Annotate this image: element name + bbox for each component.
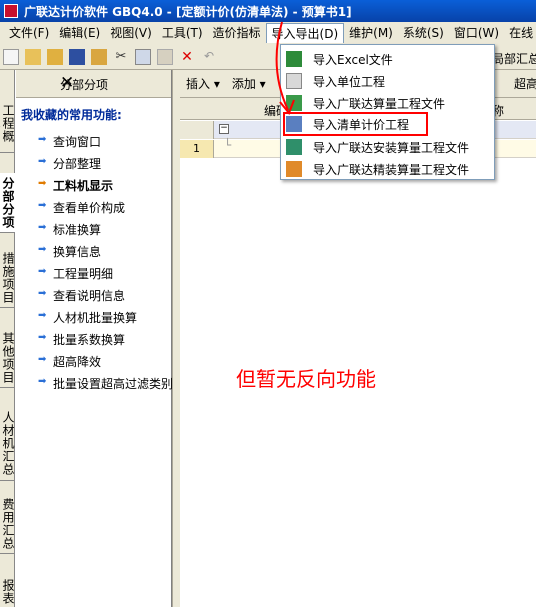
menu-edit[interactable]: 编辑(E) xyxy=(54,23,105,43)
arrow-right-icon: ➡ xyxy=(38,156,47,167)
excel-icon xyxy=(286,51,302,67)
tab-fee-summary[interactable]: 费用汇总 xyxy=(0,494,15,554)
menu-maintenance[interactable]: 维护(M) xyxy=(344,23,398,43)
tab-measure-items[interactable]: 措施项目 xyxy=(0,248,15,308)
list-item[interactable]: ➡ 分部整理 xyxy=(16,155,171,177)
panel-splitter[interactable] xyxy=(172,70,180,607)
row-number xyxy=(180,121,214,139)
list-item[interactable]: ➡ 批量系数换算 xyxy=(16,331,171,353)
bill-pricing-icon xyxy=(286,116,302,132)
insert-button[interactable]: 插入 ▾ xyxy=(180,75,226,92)
favorites-title: 我收藏的常用功能: xyxy=(21,108,122,122)
new-project-icon[interactable] xyxy=(25,48,41,65)
menu-cost-index[interactable]: 造价指标 xyxy=(208,23,266,43)
list-item[interactable]: ➡ 工程量明细 xyxy=(16,265,171,287)
menu-item-import-gld-decor[interactable]: 导入广联达精装算量工程文件 xyxy=(281,158,494,180)
close-icon[interactable]: ✕ xyxy=(60,73,161,93)
window-title: 广联达计价软件 GBQ4.0 - [定额计价(仿清单法) - 预算书1] xyxy=(24,4,352,19)
menu-item-import-gld-install[interactable]: 导入广联达安装算量工程文件 xyxy=(281,136,494,158)
arrow-right-icon: ➡ xyxy=(38,310,47,321)
arrow-right-icon: ➡ xyxy=(38,332,47,343)
tab-reports[interactable]: 报表 xyxy=(0,575,15,607)
tab-project-overview[interactable]: 工程概况 xyxy=(0,95,15,153)
cut-icon[interactable]: ✂ xyxy=(113,49,129,65)
list-item[interactable]: ➡ 批量设置超高过滤类别 xyxy=(16,375,173,397)
list-item[interactable]: ➡ 工料机显示 xyxy=(16,177,171,199)
tab-other-items[interactable]: 其他项目 xyxy=(0,328,15,388)
menu-file[interactable]: 文件(F) xyxy=(4,23,54,43)
list-item[interactable]: ➡ 查询窗口 xyxy=(16,133,171,155)
arrow-right-icon: ➡ xyxy=(38,200,47,211)
collapse-icon[interactable]: − xyxy=(219,124,229,134)
menu-item-import-bill-pricing[interactable]: 导入清单计价工程 xyxy=(283,112,428,136)
arrow-right-icon: ➡ xyxy=(38,376,47,387)
menu-item-import-unit-project[interactable]: 导入单位工程 xyxy=(281,70,494,92)
list-item[interactable]: ➡ 人材机批量换算 xyxy=(16,309,171,331)
menu-online[interactable]: 在线 xyxy=(504,23,536,43)
paste-icon[interactable] xyxy=(157,48,173,65)
arrow-right-icon: ➡ xyxy=(38,354,47,365)
arrow-right-icon: ➡ xyxy=(38,222,47,233)
tab-labor-material-summary[interactable]: 人材机汇总 xyxy=(0,407,15,481)
local-summary-button[interactable]: 局部汇总 xyxy=(492,50,536,67)
save-all-icon[interactable] xyxy=(91,48,107,65)
arrow-right-icon: ➡ xyxy=(38,288,47,299)
menu-import-export[interactable]: 导入导出(D) xyxy=(265,23,345,43)
menu-view[interactable]: 视图(V) xyxy=(105,23,157,43)
copy-icon[interactable] xyxy=(135,48,151,65)
arrow-right-icon: ➡ xyxy=(38,266,47,277)
save-icon[interactable] xyxy=(69,48,85,65)
menu-item-import-excel[interactable]: 导入Excel文件 xyxy=(281,48,494,70)
import-export-menu: 导入Excel文件 导入单位工程 导入广联达算量工程文件 导入清单计价工程 导入… xyxy=(280,44,495,180)
annotation-text: 但暂无反向功能 xyxy=(236,367,376,391)
arrow-right-icon: ➡ xyxy=(38,178,47,189)
arrow-right-icon: ➡ xyxy=(38,134,47,145)
tree-line-icon: └ xyxy=(224,138,232,152)
open-folder-icon[interactable] xyxy=(47,48,63,65)
undo-icon[interactable]: ↶ xyxy=(201,49,217,65)
list-item[interactable]: ➡ 查看单价构成 xyxy=(16,199,171,221)
menu-item-import-gld-quantity[interactable]: 导入广联达算量工程文件 xyxy=(281,92,494,114)
menu-tools[interactable]: 工具(T) xyxy=(157,23,208,43)
vertical-tab-bar: 工程概况 分部分项 措施项目 其他项目 人材机汇总 费用汇总 报表 xyxy=(0,70,15,607)
list-item[interactable]: ➡ 查看说明信息 xyxy=(16,287,171,309)
menu-system[interactable]: 系统(S) xyxy=(398,23,449,43)
row-number: 1 xyxy=(180,140,214,158)
list-item[interactable]: ➡ 超高降效 xyxy=(16,353,171,375)
super-high-button[interactable]: 超高 xyxy=(508,75,536,92)
favorites-list: ➡ 查询窗口 ➡ 分部整理 ➡ 工料机显示 ➡ 查看单价构成 ➡ 标准换算 ➡ 换算信息 ➡… xyxy=(16,133,173,397)
add-button[interactable]: 添加 ▾ xyxy=(226,75,272,92)
app-icon xyxy=(4,4,18,18)
new-file-icon[interactable] xyxy=(3,48,19,65)
gld-quantity-icon xyxy=(286,95,302,111)
gld-decor-icon xyxy=(286,161,302,177)
arrow-right-icon: ➡ xyxy=(38,244,47,255)
list-item[interactable]: ➡ 换算信息 xyxy=(16,243,171,265)
gld-install-icon xyxy=(286,139,302,155)
menu-window[interactable]: 窗口(W) xyxy=(449,23,504,43)
panel-header: 分部分项 ✕ xyxy=(16,70,171,98)
delete-icon[interactable]: ✕ xyxy=(179,49,195,65)
list-item[interactable]: ➡ 标准换算 xyxy=(16,221,171,243)
favorites-panel: 分部分项 ✕ 我收藏的常用功能: ➡ 查询窗口 ➡ 分部整理 ➡ 工料机显示 ➡ 查看单… xyxy=(16,70,173,607)
menu-bar: 文件(F) 编辑(E) 视图(V) 工具(T) 造价指标 导入导出(D) 维护(… xyxy=(0,22,536,44)
unit-project-icon xyxy=(286,73,302,89)
tab-division-items[interactable]: 分部分项 xyxy=(0,173,15,233)
title-bar: 广联达计价软件 GBQ4.0 - [定额计价(仿清单法) - 预算书1] xyxy=(0,0,536,22)
